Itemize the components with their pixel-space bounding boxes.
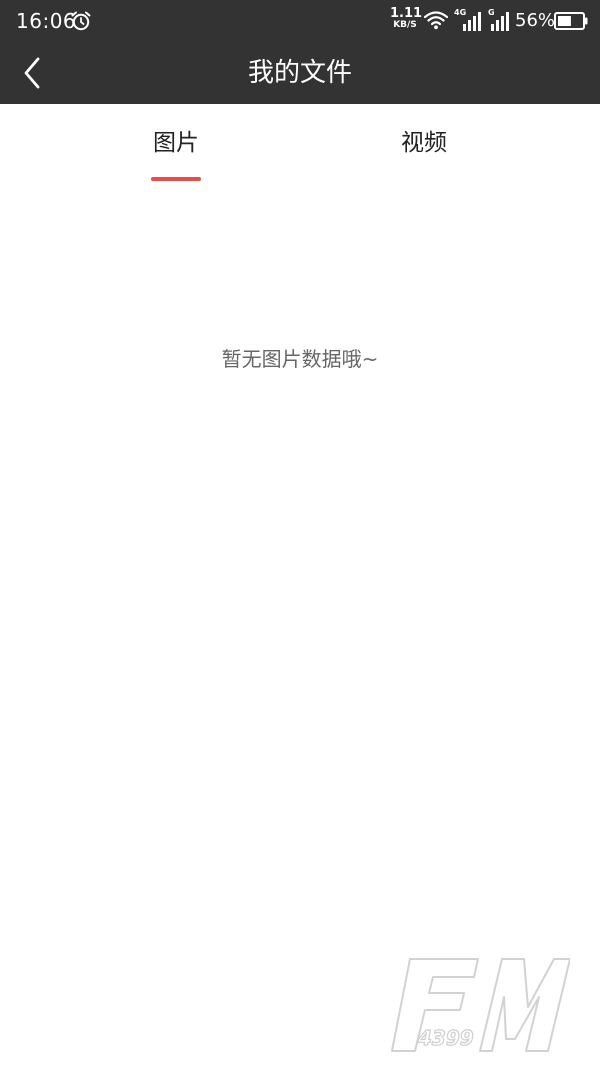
tab-images[interactable]: 图片 (96, 104, 256, 188)
tab-videos-label: 视频 (401, 130, 447, 156)
status-time: 16:06 (16, 9, 77, 33)
battery-level-fill (558, 16, 571, 26)
fm4399-watermark-logo: 4399 (391, 958, 570, 1052)
app-header: 我的文件 (0, 42, 600, 104)
active-tab-indicator (151, 177, 201, 181)
wifi-icon (424, 11, 448, 30)
status-bar: 16:06 1.11 KB/S 4G G 56% (0, 0, 600, 42)
empty-state-message: 暂无图片数据哦~ (221, 347, 379, 371)
page-title: 我的文件 (247, 58, 352, 88)
tab-bar: 图片 视频 (0, 104, 600, 188)
tab-videos[interactable]: 视频 (344, 104, 504, 188)
screen: 16:06 1.11 KB/S 4G G 56% 我的文件 图片 视频 暂无图片… (0, 0, 600, 1067)
signal-g-icon (491, 12, 509, 31)
back-button[interactable] (10, 50, 54, 96)
network-speed: 1.11 KB/S (390, 6, 423, 30)
svg-text:4399: 4399 (417, 1026, 474, 1050)
network-speed-unit: KB/S (393, 20, 417, 30)
battery-icon (554, 12, 588, 30)
network-speed-value: 1.11 (390, 6, 423, 21)
signal-4g-icon (463, 12, 481, 31)
chevron-left-icon (24, 57, 40, 89)
alarm-icon (71, 11, 91, 31)
tab-images-label: 图片 (153, 130, 199, 156)
battery-percent: 56% (515, 10, 556, 31)
